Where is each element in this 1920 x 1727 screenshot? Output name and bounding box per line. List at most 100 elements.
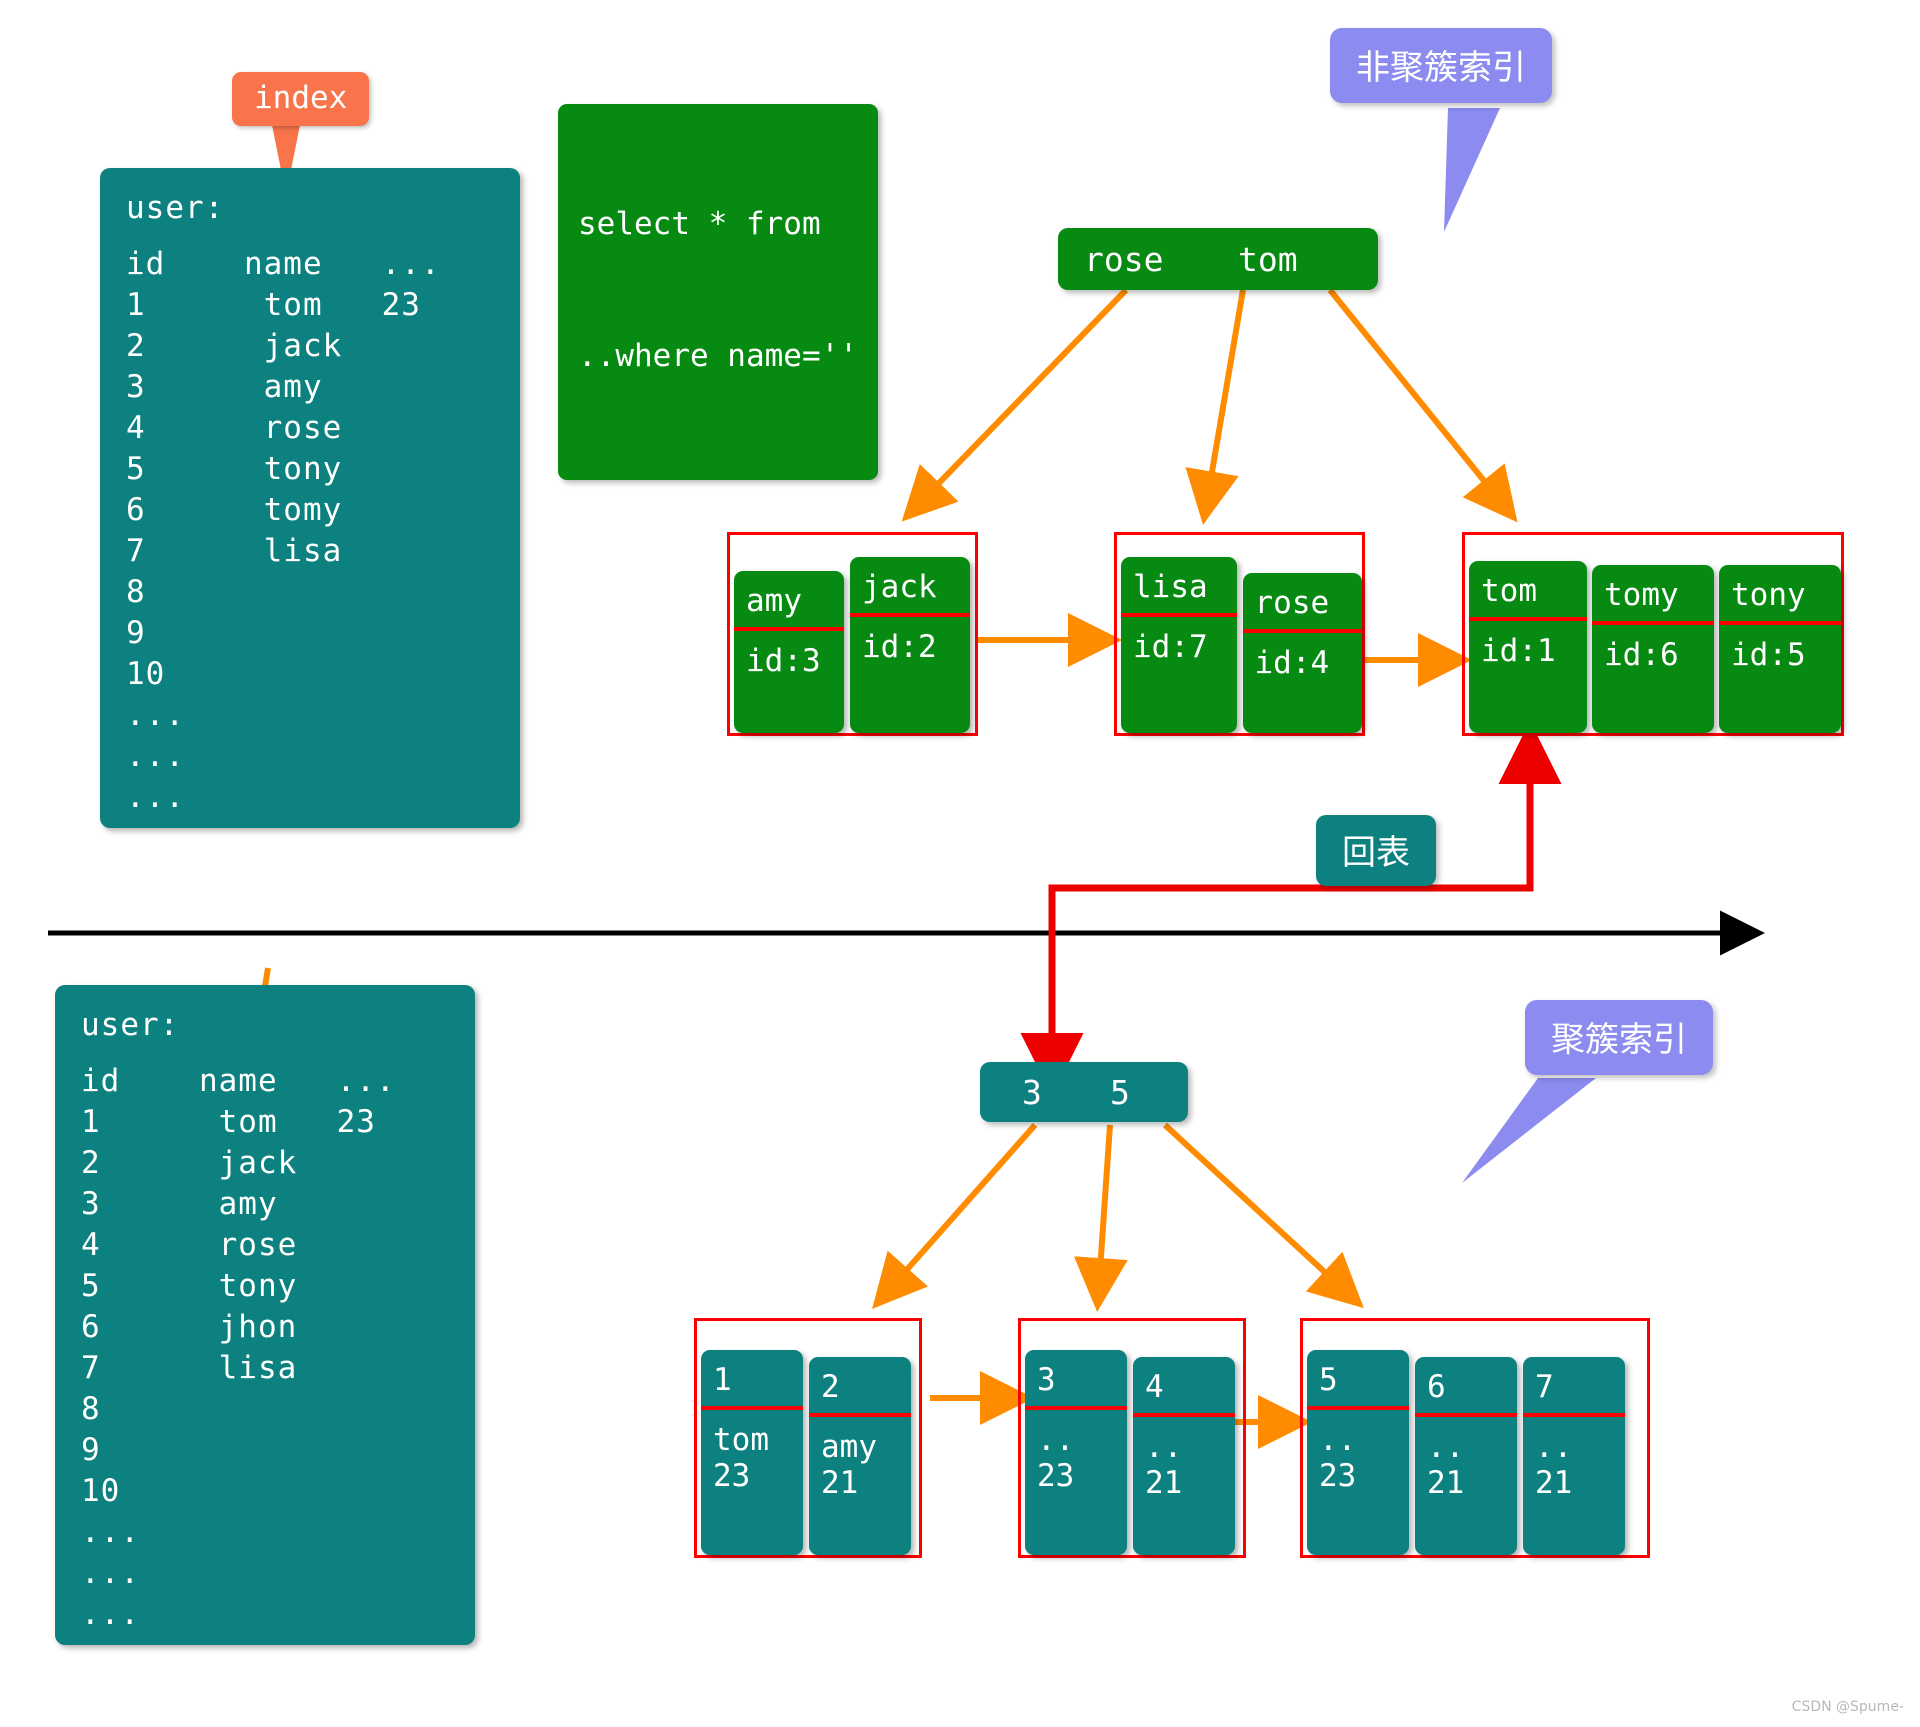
table-row: 2 jack (126, 328, 343, 364)
nonclustered-bubble-tail (1444, 108, 1500, 232)
clustered-bubble-tail (1462, 1078, 1596, 1183)
leaf-cell: 7 .. 21 (1523, 1357, 1625, 1555)
leaf-cell: tomy id:6 (1592, 565, 1714, 733)
table-row: ... (81, 1514, 140, 1550)
leaf-cell: tom id:1 (1469, 561, 1587, 733)
leaf-value: .. 21 (1535, 1429, 1573, 1501)
nonclustered-leaf-group: tom id:1 tomy id:6 tony id:5 (1462, 532, 1844, 736)
table-row: ... (126, 738, 185, 774)
nc-root-to-leaf3-arrow (1327, 288, 1518, 523)
back-to-table-bubble: 回表 (1316, 815, 1436, 886)
leaf-key: 4 (1145, 1369, 1164, 1405)
table-row: 3 amy (81, 1186, 278, 1222)
table-row: 7 lisa (81, 1350, 298, 1386)
leaf-cell: jack id:2 (850, 557, 970, 733)
bottom-table-title: user: (81, 1007, 180, 1043)
back-to-table-arrow (1048, 721, 1562, 1085)
leaf-value: tom 23 (713, 1422, 769, 1494)
cl-root-to-leaf2-arrow (1073, 1124, 1128, 1312)
clustered-leaf-group: 1 tom 23 2 amy 21 (694, 1318, 922, 1558)
leaf-key: tom (1481, 573, 1537, 609)
table-row: 2 jack (81, 1145, 298, 1181)
table-row: 9 (126, 615, 146, 651)
leaf-value: amy 21 (821, 1429, 877, 1501)
table-row: 4 rose (126, 410, 343, 446)
back-to-table-label: 回表 (1342, 833, 1410, 873)
leaf-cell: 1 tom 23 (701, 1350, 803, 1555)
clustered-index-label: 聚簇索引 (1551, 1020, 1687, 1060)
leaf-value: .. 23 (1037, 1422, 1075, 1494)
index-callout-label: index (254, 80, 348, 116)
leaf-key: 2 (821, 1369, 840, 1405)
table-row: 8 (126, 574, 146, 610)
leaf-key: 7 (1535, 1369, 1554, 1405)
watermark: CSDN @Spume- (1791, 1699, 1904, 1715)
leaf-cell: 2 amy 21 (809, 1357, 911, 1555)
index-callout: index (232, 72, 370, 126)
bottom-user-table: user: id name ... 1 tom 23 2 jack 3 amy … (55, 985, 475, 1645)
leaf-value: .. 21 (1145, 1429, 1183, 1501)
root-key: tom (1238, 239, 1298, 279)
leaf-key: lisa (1133, 569, 1208, 605)
table-row: 8 (81, 1391, 101, 1427)
leaf-cell: lisa id:7 (1121, 557, 1237, 733)
table-row: 1 tom 23 (81, 1104, 376, 1140)
leaf-key: 6 (1427, 1369, 1446, 1405)
table-row: 6 tomy (126, 492, 343, 528)
cl-root-to-leaf3-arrow (1162, 1122, 1364, 1309)
nonclustered-root-node: rose tom (1058, 228, 1378, 290)
table-row: 5 tony (81, 1268, 298, 1304)
bottom-table-header: id name ... (81, 1063, 396, 1099)
table-row: 10 (81, 1473, 121, 1509)
clustered-leaf-group: 5 .. 23 6 .. 21 7 .. 21 (1300, 1318, 1650, 1558)
leaf-key: tomy (1604, 577, 1679, 613)
table-row: 7 lisa (126, 533, 343, 569)
leaf-value: id:1 (1481, 633, 1556, 669)
nonclustered-leaf-group: lisa id:7 rose id:4 (1114, 532, 1365, 736)
leaf-value: id:7 (1133, 629, 1208, 665)
table-row: 6 jhon (81, 1309, 298, 1345)
root-key: rose (1084, 239, 1164, 279)
leaf-key: tony (1731, 577, 1806, 613)
table-row: ... (126, 697, 185, 733)
clustered-leaf-group: 3 .. 23 4 .. 21 (1018, 1318, 1246, 1558)
leaf-key: jack (862, 569, 937, 605)
sql-line-2: ..where name='' (578, 338, 858, 374)
leaf-key: 3 (1037, 1362, 1056, 1398)
nc-root-to-leaf2-arrow (1185, 289, 1246, 525)
leaf-value: .. 23 (1319, 1422, 1357, 1494)
table-row: 10 (126, 656, 166, 692)
leaf-key: 5 (1319, 1362, 1338, 1398)
sql-query-box: select * from ..where name='' (558, 104, 878, 480)
clustered-root-node: 3 5 (980, 1062, 1188, 1122)
clustered-index-bubble: 聚簇索引 (1525, 1000, 1713, 1075)
leaf-cell: 3 .. 23 (1025, 1350, 1127, 1555)
leaf-value: .. 21 (1427, 1429, 1465, 1501)
table-row: 3 amy (126, 369, 323, 405)
leaf-value: id:5 (1731, 637, 1806, 673)
table-row: 9 (81, 1432, 101, 1468)
leaf-key: 1 (713, 1362, 732, 1398)
top-table-title: user: (126, 190, 225, 226)
table-row: 5 tony (126, 451, 343, 487)
cl-root-to-leaf1-arrow (872, 1123, 1038, 1309)
leaf-cell: 5 .. 23 (1307, 1350, 1409, 1555)
top-table-header: id name ... (126, 246, 441, 282)
root-key: 5 (1110, 1072, 1130, 1112)
table-row: ... (81, 1596, 140, 1632)
leaf-cell: 4 .. 21 (1133, 1357, 1235, 1555)
leaf-value: id:6 (1604, 637, 1679, 673)
top-user-table: user: id name ... 1 tom 23 2 jack 3 amy … (100, 168, 520, 828)
nonclustered-index-label: 非聚簇索引 (1356, 48, 1526, 88)
table-row: 1 tom 23 (126, 287, 421, 323)
leaf-key: amy (746, 583, 802, 619)
root-key: 3 (1022, 1072, 1042, 1112)
nonclustered-leaf-group: amy id:3 jack id:2 (727, 532, 978, 736)
leaf-value: id:3 (746, 643, 821, 679)
diagram-canvas: index select * from ..where name='' 非聚簇索… (0, 0, 1920, 1727)
leaf-key: rose (1254, 585, 1330, 621)
table-row: ... (81, 1555, 140, 1591)
leaf-cell: 6 .. 21 (1415, 1357, 1517, 1555)
leaf-value: id:4 (1254, 645, 1330, 681)
nonclustered-index-bubble: 非聚簇索引 (1330, 28, 1552, 103)
